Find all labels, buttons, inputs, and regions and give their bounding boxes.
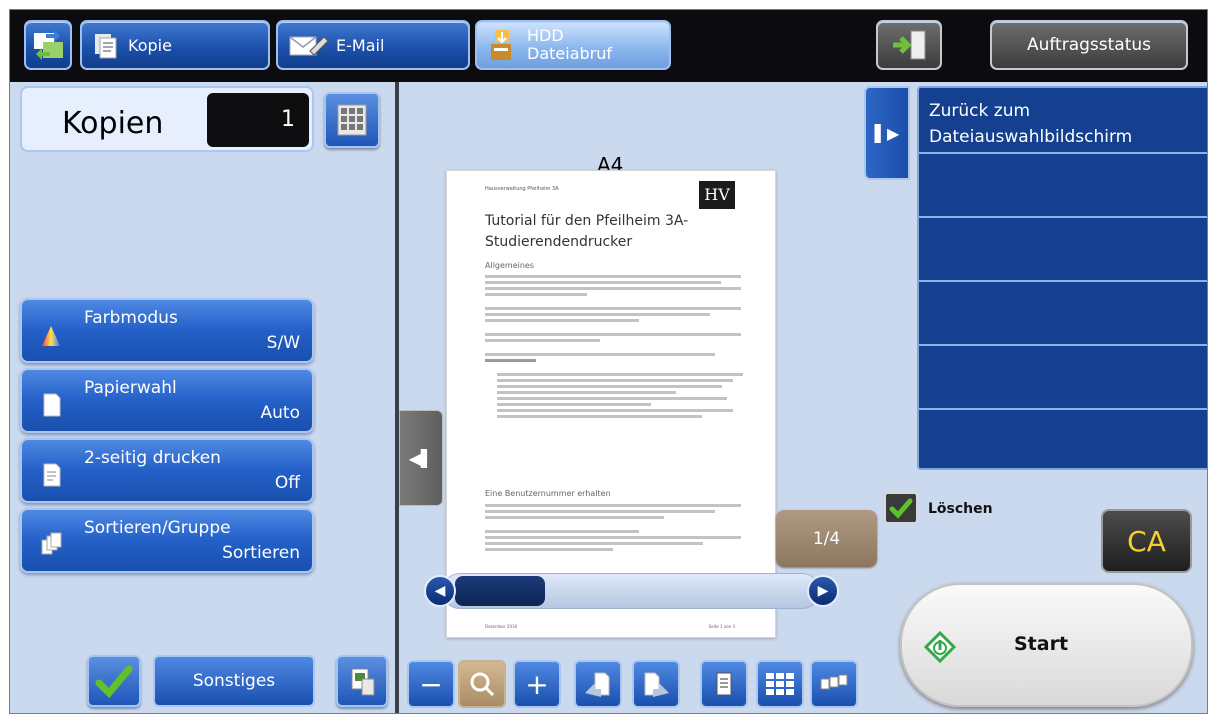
plus-icon: + [525, 667, 549, 701]
start-button[interactable]: Start [900, 583, 1193, 707]
collapse-list-button[interactable]: ▌▶ [864, 86, 910, 180]
zoom-button[interactable] [458, 660, 506, 708]
duplex-button[interactable]: 2-seitig drucken Off [20, 438, 314, 503]
tab-hdd-line2: Dateiabruf [527, 44, 612, 63]
thumbnail-view-button[interactable] [756, 660, 804, 708]
zoom-in-button[interactable]: + [513, 660, 561, 708]
sonstiges-label: Sonstiges [192, 671, 276, 691]
document-title: Tutorial für den Pfeilheim 3A-Studierend… [485, 213, 689, 250]
hdd-file-icon [491, 30, 511, 60]
document-body-text-2 [485, 501, 741, 554]
magnifier-icon [470, 672, 495, 697]
scroll-right-button[interactable]: ▶ [807, 575, 839, 607]
list-item-back-label: Zurück zum Dateiauswahlbildschirm [929, 101, 1133, 147]
minus-icon: − [419, 667, 443, 701]
paper-icon [43, 393, 61, 417]
single-page-icon [716, 672, 732, 696]
auftragsstatus-button[interactable]: Auftragsstatus [990, 20, 1188, 70]
rotate-left-icon [585, 672, 610, 697]
papierwahl-button[interactable]: Papierwahl Auto [20, 368, 314, 433]
device-screen: Kopie E-Mail HDD Dateiabruf Auftragsstat… [9, 9, 1208, 714]
scroll-left-button[interactable]: ◀ [424, 575, 456, 607]
multi-page-view-button[interactable] [810, 660, 858, 708]
zoom-out-button[interactable]: − [407, 660, 455, 708]
arrow-right-icon: ▶ [817, 583, 829, 599]
sort-icon [41, 532, 62, 555]
left-panel-divider [395, 82, 399, 713]
color-mode-icon [42, 326, 60, 346]
ok-check-button[interactable] [87, 655, 141, 707]
loeschen-checkbox[interactable] [884, 492, 918, 524]
play-left-icon: ◀▌ [408, 448, 434, 468]
previous-page-button[interactable]: ◀▌ [399, 410, 443, 506]
farbmodus-value: S/W [266, 333, 300, 353]
sortieren-value: Sortieren [222, 543, 300, 563]
document-footer-left: Dezember 2016 [485, 624, 518, 629]
rotate-right-icon [644, 672, 669, 697]
list-item-back[interactable]: Zurück zum Dateiauswahlbildschirm [919, 88, 1207, 154]
kopien-count-display[interactable]: 1 [207, 93, 309, 147]
tab-hdd-dateiabruf[interactable]: HDD Dateiabruf [475, 20, 671, 70]
rotate-right-button[interactable] [632, 660, 680, 708]
start-icon [924, 631, 956, 663]
papierwahl-value: Auto [260, 403, 300, 423]
exit-door-icon [893, 30, 926, 60]
arrow-left-icon: ◀ [434, 583, 446, 599]
list-item[interactable] [919, 218, 1207, 282]
preview-toggle-button[interactable] [336, 655, 388, 707]
papierwahl-title: Papierwahl [84, 378, 177, 398]
document-body-text [485, 272, 743, 421]
document-footer-right: Seite 1 von 4 [708, 624, 735, 629]
document-section-heading: Allgemeines [485, 261, 535, 270]
tab-hdd-label: HDD Dateiabruf [527, 27, 612, 63]
multi-page-icon [820, 674, 848, 690]
farbmodus-title: Farbmodus [84, 308, 178, 328]
logout-button[interactable] [876, 20, 942, 70]
email-icon [289, 36, 329, 56]
kopien-label: Kopien [62, 106, 164, 141]
document-section-heading-2: Eine Benutzernummer erhalten [485, 489, 611, 498]
mode-switch-icon [34, 30, 63, 60]
hv-logo: HV [699, 181, 735, 209]
tab-email[interactable]: E-Mail [276, 20, 470, 70]
preview-image-icon [351, 668, 375, 696]
duplex-title: 2-seitig drucken [84, 448, 221, 468]
loeschen-label: Löschen [928, 501, 993, 517]
page-scroll-thumb[interactable] [455, 576, 545, 606]
clear-all-button[interactable]: CA [1101, 509, 1192, 573]
sonstiges-button[interactable]: Sonstiges [153, 655, 315, 707]
rotate-left-button[interactable] [574, 660, 622, 708]
sortieren-title: Sortieren/Gruppe [84, 518, 231, 538]
list-item[interactable] [919, 346, 1207, 410]
start-label: Start [1014, 633, 1069, 655]
duplex-icon [43, 463, 61, 487]
keypad-icon [337, 104, 367, 136]
document-header: Hausverwaltung Pfeilheim 3A [485, 186, 559, 192]
duplex-value: Off [274, 473, 300, 493]
sortieren-button[interactable]: Sortieren/Gruppe Sortieren [20, 508, 314, 573]
document-preview: Hausverwaltung Pfeilheim 3A HV Tutorial … [446, 170, 776, 638]
play-right-icon: ▌▶ [874, 123, 900, 143]
ca-label: CA [1127, 524, 1166, 558]
page-counter: 1/4 [776, 510, 877, 567]
keypad-button[interactable] [324, 92, 380, 148]
tab-kopie-label: Kopie [128, 35, 172, 55]
checkmark-icon [95, 665, 133, 699]
tab-email-label: E-Mail [336, 35, 385, 55]
mode-switch-button[interactable] [24, 20, 72, 70]
list-item[interactable] [919, 282, 1207, 346]
tab-kopie[interactable]: Kopie [80, 20, 270, 70]
checkmark-icon [889, 498, 913, 519]
copy-icon [95, 34, 117, 59]
top-bar: Kopie E-Mail HDD Dateiabruf Auftragsstat… [10, 10, 1207, 82]
grid-view-icon [766, 673, 794, 695]
auftragsstatus-label: Auftragsstatus [1026, 35, 1152, 55]
list-item[interactable] [919, 410, 1207, 474]
single-page-view-button[interactable] [700, 660, 748, 708]
list-item[interactable] [919, 154, 1207, 218]
farbmodus-button[interactable]: Farbmodus S/W [20, 298, 314, 363]
file-list: Zurück zum Dateiauswahlbildschirm [917, 86, 1207, 470]
tab-hdd-line1: HDD [527, 26, 564, 45]
